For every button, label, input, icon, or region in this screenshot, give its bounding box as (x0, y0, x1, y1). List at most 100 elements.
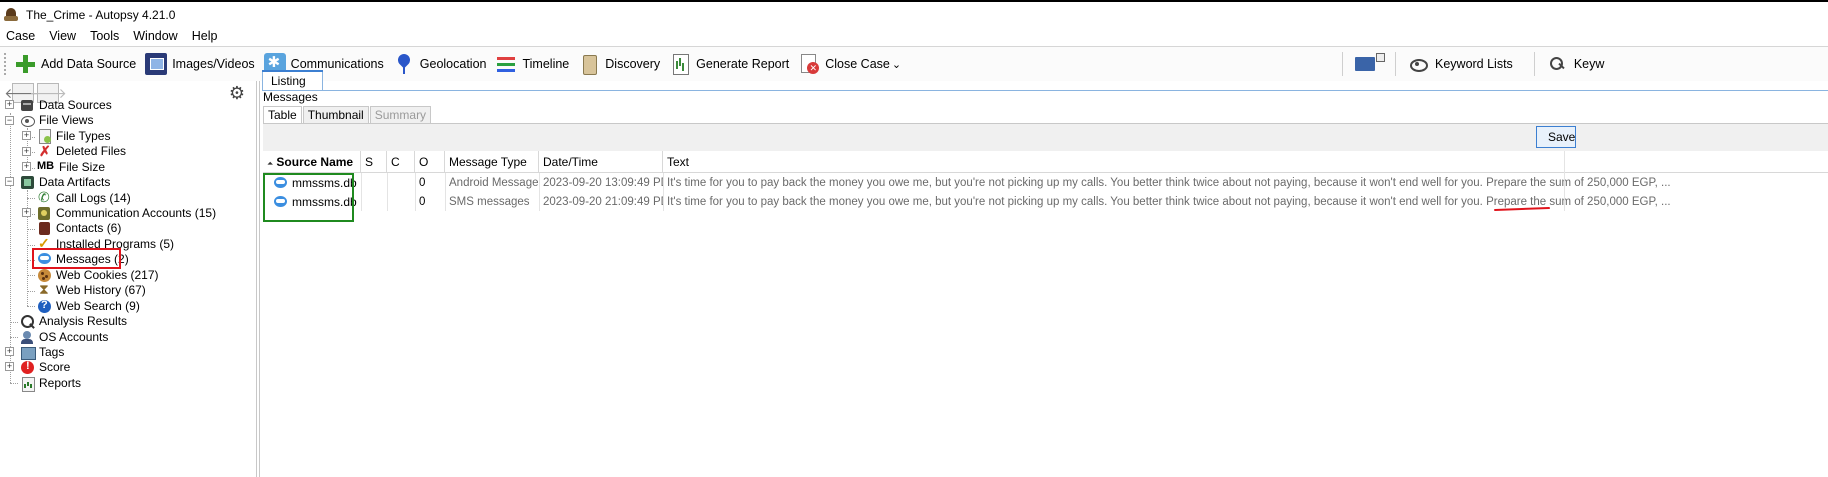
hourglass-icon (37, 281, 52, 298)
tree-item-analysis-results[interactable]: Analysis Results (20, 313, 127, 329)
images-videos-label: Images/Videos (172, 57, 255, 71)
cell-o: 0 (419, 177, 426, 189)
tree-item-reports[interactable]: Reports (20, 375, 81, 392)
tree-item-label: Web Cookies (217) (56, 268, 159, 282)
tree-item-data-sources[interactable]: Data Sources (20, 97, 112, 113)
keyword-lists-button[interactable]: Keyword Lists (1408, 50, 1513, 78)
tree-item-label: Call Logs (14) (56, 191, 131, 205)
discovery-button[interactable]: Discovery (578, 50, 660, 78)
toolbar-separator (1395, 52, 1396, 76)
column-header-o[interactable]: O (415, 151, 445, 173)
messages-highlight-box (32, 248, 121, 269)
tree-item-file-views[interactable]: File Views (20, 112, 93, 128)
tree-item-communication-accounts[interactable]: Communication Accounts (15) (37, 205, 216, 221)
report-icon (669, 53, 691, 75)
keyword-search-button[interactable]: Keyw (1547, 50, 1604, 78)
tab-thumbnail[interactable]: Thumbnail (302, 106, 369, 124)
tree-item-web-history[interactable]: Web History (67) (37, 281, 146, 298)
expand-toggle[interactable]: + (22, 162, 31, 171)
data-sources-icon (20, 98, 35, 113)
tree-connector (27, 229, 35, 230)
expand-toggle[interactable]: + (22, 147, 31, 156)
table-header: ⏶ Source Name S C O Message Type Date/Tim… (263, 151, 1828, 173)
column-header-message-type[interactable]: Message Type (445, 151, 539, 173)
map-pin-icon (393, 53, 415, 75)
column-header-text[interactable]: Text (663, 151, 1828, 173)
panel-divider[interactable] (259, 81, 260, 477)
menu-help[interactable]: Help (192, 29, 218, 43)
geolocation-button[interactable]: Geolocation (393, 50, 486, 78)
tree-item-label: Tags (39, 345, 65, 359)
tree-item-os-accounts[interactable]: OS Accounts (20, 329, 108, 345)
generate-report-button[interactable]: Generate Report (669, 50, 789, 78)
menu-tools[interactable]: Tools (90, 29, 119, 43)
column-header-s[interactable]: S (361, 151, 387, 173)
tree-item-score[interactable]: Score (20, 359, 70, 375)
expand-toggle[interactable]: + (22, 131, 31, 140)
source-name-highlight-box (263, 173, 354, 222)
menu-view[interactable]: View (49, 29, 76, 43)
table-toolbar-area (263, 124, 1828, 151)
tree-item-web-search[interactable]: Web Search (9) (37, 298, 140, 314)
save-table-button[interactable]: Save (1536, 126, 1576, 148)
tree-connector (10, 322, 18, 323)
tree-item-label: File Size (59, 160, 106, 174)
tree-item-label: Communication Accounts (15) (56, 206, 217, 220)
collapse-toggle[interactable]: − (5, 177, 14, 186)
tree-connector (27, 306, 35, 307)
expand-toggle[interactable]: + (5, 362, 14, 371)
tree-item-call-logs[interactable]: Call Logs (14) (37, 189, 131, 206)
tab-listing[interactable]: Listing (262, 70, 323, 91)
contacts-book-icon (37, 221, 52, 236)
table-row[interactable]: mmssms.db 0 SMS messages 2023-09-20 21:0… (263, 193, 1828, 212)
tree-connector (27, 291, 35, 292)
magnifier-icon (20, 314, 35, 329)
user-account-icon (20, 330, 35, 345)
expand-toggle[interactable]: + (5, 100, 14, 109)
table-right-edge (1564, 151, 1565, 211)
expand-toggle[interactable]: + (5, 347, 14, 356)
column-label: Source Name (276, 155, 354, 169)
tree-item-data-artifacts[interactable]: Data Artifacts (20, 174, 110, 190)
tab-table[interactable]: Table (263, 106, 302, 124)
toolbar-grip[interactable] (4, 53, 8, 75)
tree-connector (10, 337, 18, 338)
menu-case[interactable]: Case (6, 29, 35, 43)
column-header-date-time[interactable]: Date/Time (539, 151, 663, 173)
deleted-file-icon (37, 143, 52, 160)
menu-window[interactable]: Window (133, 29, 177, 43)
web-search-icon (37, 299, 52, 314)
tags-icon (20, 345, 36, 360)
column-header-c[interactable]: C (387, 151, 415, 173)
gear-icon[interactable]: ⚙ (226, 83, 248, 103)
tab-underline (262, 90, 1828, 91)
keyword-search-icon (1547, 53, 1569, 75)
tree-item-web-cookies[interactable]: Web Cookies (217) (37, 267, 159, 283)
tab-summary[interactable]: Summary (369, 106, 432, 124)
tree-item-deleted-files[interactable]: Deleted Files (37, 143, 126, 160)
timeline-button[interactable]: Timeline (495, 50, 569, 78)
add-plus-icon (14, 53, 36, 75)
collapse-toggle[interactable]: − (5, 116, 14, 125)
images-videos-button[interactable]: Images/Videos (145, 50, 255, 78)
tree-item-tags[interactable]: Tags (20, 344, 64, 360)
tree-connector (10, 113, 11, 383)
discovery-icon (578, 53, 600, 75)
tree-item-label: File Types (56, 129, 111, 143)
close-case-icon (798, 53, 820, 75)
add-data-source-button[interactable]: Add Data Source (14, 50, 136, 78)
account-icon (37, 206, 52, 221)
mail-icon[interactable] (1355, 53, 1385, 75)
close-case-button[interactable]: Close Case ⌄ (798, 50, 901, 78)
tree-item-label: Data Artifacts (39, 175, 111, 189)
close-case-label: Close Case (825, 57, 890, 71)
cell-message-type: SMS messages (449, 196, 530, 208)
communications-label: Communications (290, 57, 384, 71)
expand-toggle[interactable]: + (22, 208, 31, 217)
column-header-source-name[interactable]: ⏶ Source Name (263, 151, 361, 173)
table-row[interactable]: mmssms.db 0 Android Message 2023-09-20 1… (263, 174, 1828, 193)
file-types-icon (37, 128, 52, 144)
result-view-tabs: Table Thumbnail Summary (263, 106, 432, 124)
chevron-down-icon[interactable]: ⌄ (892, 58, 901, 71)
tree-item-file-size[interactable]: MB File Size (37, 159, 105, 175)
